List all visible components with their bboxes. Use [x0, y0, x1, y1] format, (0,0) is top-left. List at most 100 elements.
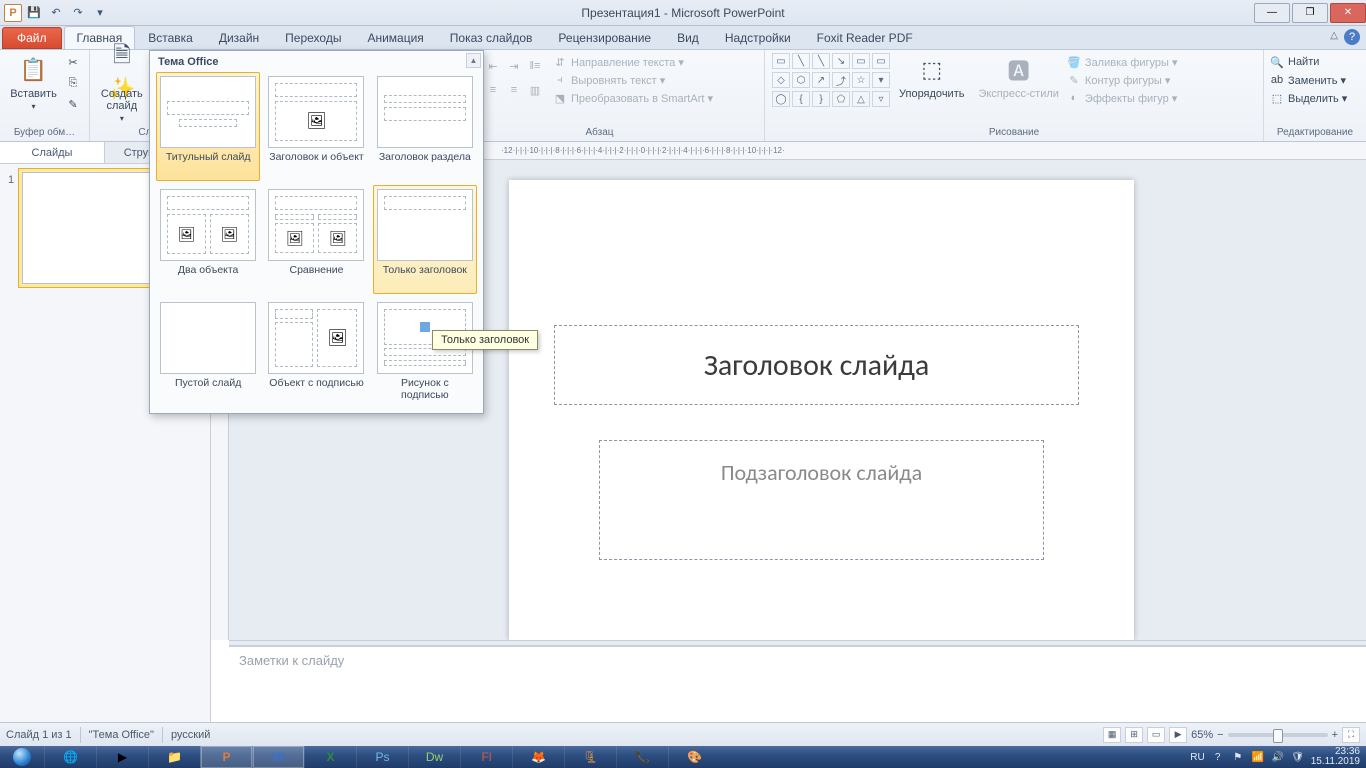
- file-tab[interactable]: Файл: [2, 27, 62, 49]
- layout-comparison[interactable]: 🖼🖼 Сравнение: [264, 185, 368, 294]
- fit-to-window-button[interactable]: ⛶: [1342, 727, 1360, 743]
- tab-animation[interactable]: Анимация: [354, 26, 436, 49]
- tab-addins[interactable]: Надстройки: [712, 26, 804, 49]
- taskbar-explorer[interactable]: 📁: [148, 746, 200, 768]
- tray-language[interactable]: RU: [1190, 752, 1204, 763]
- subtitle-placeholder[interactable]: Подзаголовок слайда: [599, 440, 1044, 560]
- layout-blank[interactable]: Пустой слайд: [156, 298, 260, 407]
- close-button[interactable]: ✕: [1330, 3, 1366, 23]
- taskbar-archiver[interactable]: 🗜: [564, 746, 616, 768]
- layout-caption: Титульный слайд: [166, 151, 251, 177]
- layout-title-only[interactable]: Только заголовок: [373, 185, 477, 294]
- window-title: Презентация1 - Microsoft PowerPoint: [0, 6, 1366, 20]
- minimize-ribbon-button[interactable]: △: [1330, 30, 1338, 41]
- slides-tab[interactable]: Слайды: [0, 142, 105, 163]
- find-icon: 🔍: [1270, 55, 1284, 69]
- layout-caption: Заголовок раздела: [379, 151, 471, 177]
- tab-transitions[interactable]: Переходы: [272, 26, 354, 49]
- cut-button[interactable]: ✂: [63, 52, 83, 72]
- layout-picture-caption[interactable]: Рисунок с подписью: [373, 298, 477, 407]
- ruler-marks: ·12·|·|·|·10·|·|·|·8·|·|·|·6·|·|·|·4·|·|…: [501, 142, 1346, 159]
- layout-caption: Сравнение: [290, 264, 344, 290]
- taskbar-media[interactable]: ▶: [96, 746, 148, 768]
- layout-title-slide[interactable]: Титульный слайд: [156, 72, 260, 181]
- tray-volume-icon[interactable]: 🔊: [1271, 750, 1285, 764]
- tray-shield-icon[interactable]: 🛡: [1291, 750, 1305, 764]
- start-button[interactable]: [0, 746, 44, 768]
- smartart-button: ⬔Преобразовать в SmartArt ▾: [553, 90, 713, 106]
- copy-button[interactable]: ⎘: [63, 73, 83, 93]
- arrange-button[interactable]: ⬚ Упорядочить: [893, 52, 970, 102]
- title-bar: P 💾 ↶ ↷ ▾ Презентация1 - Microsoft Power…: [0, 0, 1366, 26]
- new-slide-button[interactable]: 🗎✨ Создать слайд ▾: [96, 52, 148, 125]
- reading-view-button[interactable]: ▭: [1147, 727, 1165, 743]
- tray-clock[interactable]: 23:36 15.11.2019: [1311, 747, 1360, 767]
- status-language[interactable]: русский: [171, 729, 210, 741]
- taskbar-word[interactable]: W: [252, 746, 304, 768]
- zoom-in-button[interactable]: +: [1332, 729, 1338, 741]
- taskbar-chrome[interactable]: 🌐: [44, 746, 96, 768]
- sorter-view-button[interactable]: ⊞: [1125, 727, 1143, 743]
- layout-title-content[interactable]: 🖼 Заголовок и объект: [264, 72, 368, 181]
- tab-foxit[interactable]: Foxit Reader PDF: [804, 26, 926, 49]
- qat-redo-button[interactable]: ↷: [68, 3, 88, 23]
- windows-taskbar: 🌐 ▶ 📁 P W X Ps Dw Fl 🦊 🗜 📞 🎨 RU ? ⚑ 📶 🔊 …: [0, 746, 1366, 768]
- slideshow-view-button[interactable]: ▶: [1169, 727, 1187, 743]
- zoom-out-button[interactable]: −: [1217, 729, 1223, 741]
- shape-outline-button: ✎Контур фигуры ▾: [1067, 72, 1178, 88]
- taskbar-gimp[interactable]: 🎨: [668, 746, 720, 768]
- justify-button: ≡: [504, 80, 524, 100]
- text-direction-icon: ⇵: [553, 55, 567, 69]
- shape-fill-button: 🪣Заливка фигуры ▾: [1067, 54, 1178, 70]
- layout-section-header[interactable]: Заголовок раздела: [373, 72, 477, 181]
- maximize-button[interactable]: ❐: [1292, 3, 1328, 23]
- layout-caption: Заголовок и объект: [269, 151, 364, 177]
- qat-undo-button[interactable]: ↶: [46, 3, 66, 23]
- quick-styles-label: Экспресс-стили: [978, 88, 1058, 100]
- taskbar-viber[interactable]: 📞: [616, 746, 668, 768]
- tab-view[interactable]: Вид: [664, 26, 712, 49]
- normal-view-button[interactable]: ▦: [1103, 727, 1121, 743]
- tab-design[interactable]: Дизайн: [206, 26, 272, 49]
- minimize-button[interactable]: —: [1254, 3, 1290, 23]
- title-placeholder[interactable]: Заголовок слайда: [554, 325, 1079, 405]
- paste-button[interactable]: 📋 Вставить ▾: [6, 52, 61, 113]
- align-text-icon: ⫞: [553, 73, 567, 87]
- ribbon-tabs: Файл Главная Вставка Дизайн Переходы Ани…: [0, 26, 1366, 50]
- layout-content-caption[interactable]: 🖼 Объект с подписью: [264, 298, 368, 407]
- slide[interactable]: Заголовок слайда Подзаголовок слайда: [509, 180, 1134, 640]
- tray-network-icon[interactable]: 📶: [1251, 750, 1265, 764]
- qat-customize-button[interactable]: ▾: [90, 3, 110, 23]
- layout-tooltip: Только заголовок: [432, 330, 538, 350]
- align-text-button: ⫞Выровнять текст ▾: [553, 72, 713, 88]
- taskbar-flash[interactable]: Fl: [460, 746, 512, 768]
- taskbar-dreamweaver[interactable]: Dw: [408, 746, 460, 768]
- qat-save-button[interactable]: 💾: [24, 3, 44, 23]
- taskbar-powerpoint[interactable]: P: [200, 746, 252, 768]
- find-button[interactable]: 🔍Найти: [1270, 54, 1319, 70]
- help-button[interactable]: ?: [1344, 29, 1360, 45]
- gallery-scroll-up-button[interactable]: ▲: [466, 53, 481, 68]
- tab-insert[interactable]: Вставка: [135, 26, 206, 49]
- taskbar-photoshop[interactable]: Ps: [356, 746, 408, 768]
- tray-help-icon[interactable]: ?: [1211, 750, 1225, 764]
- columns-button: ▥: [525, 80, 545, 100]
- tray-flag-icon[interactable]: ⚑: [1231, 750, 1245, 764]
- shapes-gallery[interactable]: ▭╲╲↘▭▭ ◇⬡↗⤴☆▾ ◯{}⬠△▿: [771, 52, 891, 108]
- format-painter-button[interactable]: ✎: [63, 94, 83, 114]
- taskbar-excel[interactable]: X: [304, 746, 356, 768]
- tab-review[interactable]: Рецензирование: [545, 26, 664, 49]
- replace-button[interactable]: abЗаменить ▾: [1270, 72, 1346, 88]
- layout-two-content[interactable]: 🖼🖼 Два объекта: [156, 185, 260, 294]
- taskbar-inkscape[interactable]: 🦊: [512, 746, 564, 768]
- tab-slideshow[interactable]: Показ слайдов: [437, 26, 546, 49]
- tray-date: 15.11.2019: [1311, 757, 1360, 767]
- smartart-icon: ⬔: [553, 91, 567, 105]
- select-button[interactable]: ⬚Выделить ▾: [1270, 90, 1347, 106]
- zoom-slider[interactable]: [1228, 733, 1328, 737]
- group-paragraph-label: Абзац: [441, 125, 758, 141]
- windows-logo-icon: [13, 748, 31, 766]
- quick-styles-button: 🅰 Экспресс-стили: [972, 52, 1064, 102]
- notes-pane[interactable]: Заметки к слайду: [229, 646, 1366, 722]
- status-bar: Слайд 1 из 1 "Тема Office" русский ▦ ⊞ ▭…: [0, 722, 1366, 746]
